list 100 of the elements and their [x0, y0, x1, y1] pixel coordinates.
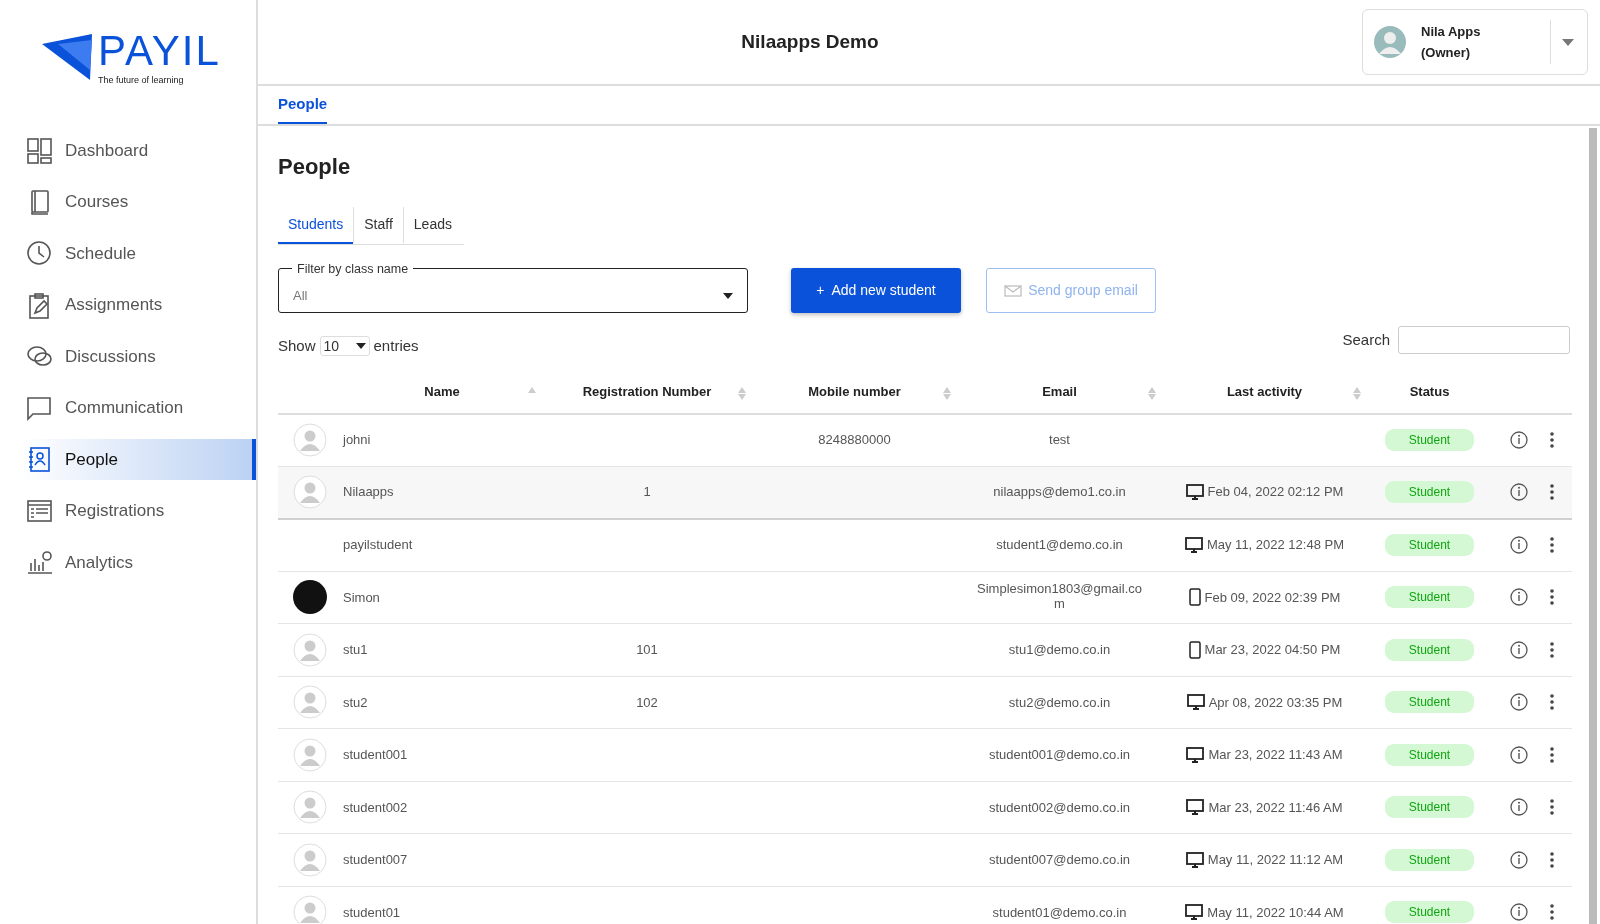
sidebar-item[interactable]: Schedule	[20, 233, 256, 274]
status-badge: Student	[1384, 481, 1475, 503]
monitor-icon	[1185, 851, 1204, 868]
column-header[interactable]: Email	[1042, 384, 1077, 400]
clock-icon	[26, 240, 53, 267]
sidebar-item[interactable]: Courses	[20, 181, 256, 223]
email: test	[1049, 432, 1070, 448]
column-header[interactable]: Mobile number	[808, 384, 901, 400]
info-icon[interactable]	[1510, 693, 1528, 712]
info-icon[interactable]	[1510, 431, 1528, 449]
last-activity: May 11, 2022 12:48 PM	[1206, 536, 1345, 555]
status-badge: Student	[1384, 429, 1475, 451]
email: nilaapps@demo1.co.in	[993, 484, 1126, 500]
info-icon[interactable]	[1510, 745, 1528, 764]
tab[interactable]: Staff	[353, 207, 403, 244]
column-header[interactable]: Status	[1409, 384, 1450, 400]
entries-select[interactable]: 10	[319, 336, 370, 357]
sidebar-item[interactable]: Communication	[20, 387, 256, 429]
sidebar-item[interactable]: Discussions	[20, 336, 256, 377]
monitor-icon	[1185, 484, 1204, 500]
phone-icon	[1188, 588, 1201, 607]
email: student002@demo.co.in	[988, 799, 1131, 815]
status-badge: Student	[1384, 534, 1475, 556]
sidebar-item[interactable]: Analytics	[20, 542, 256, 583]
phone-icon	[1188, 640, 1201, 659]
monitor-icon	[1186, 746, 1205, 763]
scrollbar[interactable]	[1589, 128, 1597, 924]
more-icon[interactable]	[1550, 484, 1554, 500]
student-name: Nilaapps	[343, 484, 394, 500]
envelope-icon	[1004, 285, 1023, 298]
mobile-number: 8248880000	[818, 432, 891, 448]
last-activity: May 11, 2022 11:12 AM	[1207, 851, 1344, 869]
more-icon[interactable]	[1550, 746, 1554, 763]
last-activity: Mar 23, 2022 11:46 AM	[1208, 798, 1343, 817]
avatar-icon	[293, 423, 327, 457]
status-badge: Student	[1384, 638, 1475, 661]
sort-icon	[738, 386, 746, 400]
more-icon[interactable]	[1550, 432, 1554, 448]
page-tab[interactable]: People	[278, 86, 328, 124]
student-name: Simon	[343, 589, 380, 605]
form-icon	[26, 497, 53, 525]
app-title: Nilaapps Demo	[740, 29, 880, 54]
monitor-icon	[1186, 799, 1205, 816]
add-student-button[interactable]: + Add new student	[791, 268, 961, 313]
last-activity: Feb 04, 2022 02:12 PM	[1207, 483, 1344, 502]
sort-icon	[1148, 386, 1156, 400]
status-badge: Student	[1384, 743, 1475, 766]
last-activity: Mar 23, 2022 11:43 AM	[1208, 746, 1343, 764]
avatar-icon	[293, 790, 327, 825]
message-bubble-icon	[26, 394, 53, 422]
sort-ascending-icon	[528, 386, 536, 393]
search-field[interactable]	[1398, 326, 1570, 355]
more-icon[interactable]	[1550, 851, 1554, 868]
info-icon[interactable]	[1510, 903, 1528, 922]
user-menu[interactable]: Nila Apps (Owner)	[1362, 9, 1588, 75]
sidebar-item[interactable]: Registrations	[20, 490, 256, 532]
sidebar-item[interactable]: Dashboard	[20, 130, 256, 171]
page-title: People	[278, 153, 352, 181]
more-icon[interactable]	[1550, 589, 1554, 606]
filter-value: All	[293, 286, 308, 305]
avatar-icon	[293, 685, 327, 720]
student-name: student01	[343, 904, 401, 920]
info-icon[interactable]	[1510, 483, 1528, 501]
student-name: payilstudent	[343, 537, 413, 553]
info-icon[interactable]	[1510, 640, 1528, 659]
tab[interactable]: Leads	[402, 207, 462, 244]
column-header[interactable]: Name	[424, 384, 460, 400]
last-activity: Apr 08, 2022 03:35 PM	[1208, 693, 1343, 712]
last-activity: May 11, 2022 10:44 AM	[1207, 903, 1344, 922]
more-icon[interactable]	[1550, 904, 1554, 921]
sort-icon	[1353, 386, 1361, 400]
caret-icon	[1561, 38, 1575, 46]
monitor-icon	[1184, 537, 1203, 553]
info-icon[interactable]	[1510, 536, 1528, 554]
caret-icon	[355, 343, 366, 350]
student-name: student001	[343, 747, 408, 762]
email: stu2@demo.co.in	[1008, 694, 1111, 710]
email: Simplesimon1803@gmail.com	[976, 581, 1143, 611]
info-icon[interactable]	[1510, 588, 1528, 607]
student-name: stu1	[343, 642, 368, 657]
avatar-icon	[1373, 25, 1407, 59]
column-header[interactable]: Last activity	[1226, 384, 1303, 400]
monitor-icon	[1186, 694, 1205, 711]
last-activity: Mar 23, 2022 04:50 PM	[1204, 641, 1341, 659]
info-icon[interactable]	[1510, 850, 1528, 869]
info-icon[interactable]	[1510, 798, 1528, 817]
tab[interactable]: Students	[278, 207, 354, 244]
registration-number: 101	[636, 642, 658, 657]
grid-icon	[26, 137, 53, 164]
more-icon[interactable]	[1550, 537, 1554, 553]
more-icon[interactable]	[1550, 641, 1554, 658]
status-badge: Student	[1384, 691, 1475, 714]
more-icon[interactable]	[1550, 694, 1554, 711]
contact-book-icon	[26, 446, 53, 473]
more-icon[interactable]	[1550, 799, 1554, 816]
registration-number: 1	[643, 484, 651, 500]
email: student1@demo.co.in	[996, 537, 1123, 553]
sidebar-item[interactable]: Assignments	[20, 284, 256, 326]
avatar-icon	[293, 632, 327, 667]
column-header[interactable]: Registration Number	[582, 384, 712, 400]
